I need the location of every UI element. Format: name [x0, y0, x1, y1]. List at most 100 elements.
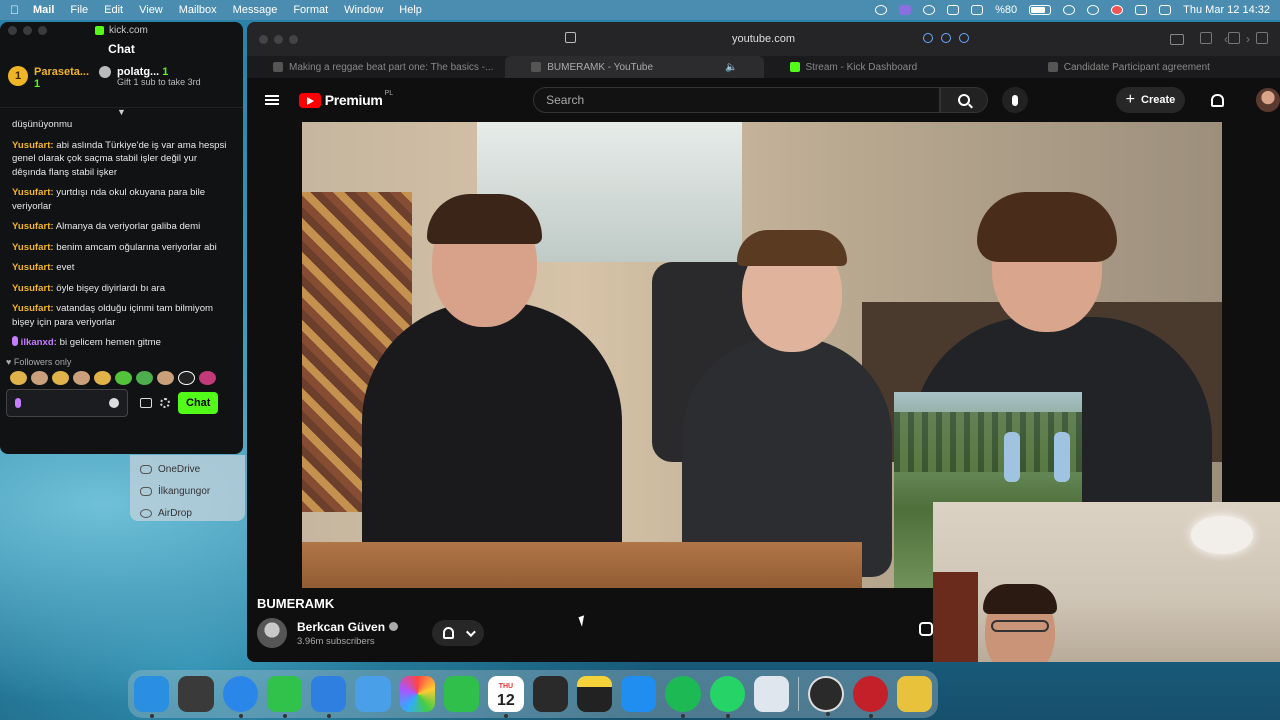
tab-reggae-beat[interactable]: Making a reggae beat part one: The basic…: [247, 56, 505, 78]
menu-format[interactable]: Format: [293, 4, 328, 16]
settings-gear-icon[interactable]: [160, 397, 170, 408]
emote-icon[interactable]: [10, 370, 27, 385]
channel-avatar[interactable]: [257, 618, 287, 648]
finder-item-onedrive[interactable]: OneDrive: [140, 458, 235, 480]
emote-icon[interactable]: [199, 370, 216, 385]
notifications-bell-icon[interactable]: [1211, 93, 1225, 107]
message-user[interactable]: Yusufart:: [12, 187, 54, 198]
dock-finder-icon[interactable]: [134, 676, 170, 718]
dock-mail-icon[interactable]: [311, 676, 347, 718]
search-button[interactable]: [940, 87, 988, 113]
zoom-window-button[interactable]: [289, 34, 298, 44]
dock-reminders-icon[interactable]: [532, 676, 568, 712]
dock-vpn-icon[interactable]: [852, 676, 888, 718]
emote-icon[interactable]: [157, 370, 174, 385]
dock-app-store-beta-icon[interactable]: [355, 676, 391, 712]
message-user[interactable]: Yusufart:: [12, 221, 54, 232]
emote-icon[interactable]: [178, 370, 195, 385]
hamburger-menu-icon[interactable]: [265, 95, 279, 105]
audio-playing-icon[interactable]: [923, 33, 933, 43]
translate-icon[interactable]: [941, 33, 951, 43]
chat-send-button[interactable]: Chat: [178, 391, 219, 414]
search-input[interactable]: Search: [533, 87, 941, 113]
emote-icon[interactable]: [31, 370, 48, 385]
dock-facetime-icon[interactable]: [443, 676, 480, 712]
menu-mailbox[interactable]: Mailbox: [179, 4, 217, 16]
emoji-icon[interactable]: [109, 397, 119, 408]
emote-icon[interactable]: [136, 370, 153, 385]
voice-search-button[interactable]: [1001, 87, 1028, 113]
tab-candidate-agreement[interactable]: Candidate Participant agreement: [1022, 56, 1280, 78]
new-tab-icon[interactable]: [1228, 32, 1240, 44]
wifi-icon[interactable]: [1063, 5, 1076, 15]
minimize-window-button[interactable]: [23, 25, 32, 35]
dock-photos-icon[interactable]: [399, 676, 435, 712]
dock-spotify-icon[interactable]: [665, 676, 701, 718]
battery-icon[interactable]: [1029, 5, 1052, 15]
tab-overview-icon[interactable]: [1256, 32, 1268, 44]
finder-item-airdrop[interactable]: AirDrop: [140, 502, 235, 524]
play-icon[interactable]: [923, 5, 936, 15]
menu-help[interactable]: Help: [399, 4, 422, 16]
control-center-icon[interactable]: [1135, 5, 1148, 15]
dock-launchpad-icon[interactable]: [178, 676, 214, 712]
menu-message[interactable]: Message: [233, 4, 278, 16]
screen-recording-icon[interactable]: [899, 5, 912, 15]
emote-icon[interactable]: [94, 370, 111, 385]
dock-xcode-icon[interactable]: [621, 676, 657, 712]
spotlight-search-icon[interactable]: [1087, 5, 1100, 15]
tab-audio-icon[interactable]: 🔈: [725, 62, 737, 73]
finder-item-home[interactable]: İlkangungor: [140, 480, 235, 502]
message-user[interactable]: Yusufart:: [12, 303, 54, 314]
status-menu-icon[interactable]: [875, 5, 888, 15]
youtube-logo-icon[interactable]: [298, 92, 321, 108]
emote-icon[interactable]: [115, 370, 132, 385]
siri-icon[interactable]: [1159, 5, 1172, 15]
zoom-window-button[interactable]: [38, 25, 47, 35]
menu-window[interactable]: Window: [344, 4, 383, 16]
subscription-bell-button[interactable]: [432, 620, 485, 646]
menu-file[interactable]: File: [70, 4, 88, 16]
dock-calendar-icon[interactable]: THU 12: [488, 676, 524, 718]
message-user[interactable]: ilkanxd:: [21, 337, 57, 348]
menu-app-name[interactable]: Mail: [33, 4, 54, 16]
tab-kick-dashboard[interactable]: Stream - Kick Dashboard: [764, 56, 1022, 78]
display-icon[interactable]: [971, 5, 984, 15]
emote-icon[interactable]: [52, 370, 69, 385]
dock-misc-icon[interactable]: [896, 676, 933, 712]
menu-clock[interactable]: Thu Mar 12 14:32: [1183, 4, 1270, 16]
emote-icon[interactable]: [73, 370, 90, 385]
channel-name-link[interactable]: Berkcan Güven: [297, 620, 399, 634]
tab-youtube-active[interactable]: BUMERAMK - YouTube 🔈: [505, 56, 764, 78]
gift-icon[interactable]: [140, 397, 152, 408]
stage-manager-icon[interactable]: [947, 5, 960, 15]
share-icon[interactable]: [1200, 32, 1212, 44]
leader-2[interactable]: polatg... 1 Gift 1 sub to take 3rd: [99, 66, 201, 87]
dock-obs-icon[interactable]: [808, 676, 844, 716]
menu-view[interactable]: View: [139, 4, 163, 16]
message-user[interactable]: Yusufart:: [12, 140, 54, 151]
create-button[interactable]: + Create: [1115, 87, 1186, 113]
youtube-brand[interactable]: Premium: [325, 92, 383, 108]
dock-notes-icon[interactable]: [576, 676, 613, 712]
dock-preview-icon[interactable]: [753, 676, 790, 712]
apple-icon[interactable]: : [10, 3, 19, 17]
close-window-button[interactable]: [8, 25, 17, 35]
message-user[interactable]: Yusufart:: [12, 283, 54, 294]
dock-whatsapp-icon[interactable]: [709, 676, 745, 718]
pinned-collapse-icon[interactable]: ▼: [0, 108, 243, 118]
leader-1[interactable]: 1 Paraseta... 1: [8, 66, 89, 90]
minimize-window-button[interactable]: [274, 34, 283, 44]
message-user[interactable]: Yusufart:: [12, 242, 54, 253]
account-avatar[interactable]: [1256, 88, 1280, 112]
dock-messages-icon[interactable]: [266, 676, 303, 718]
user-switch-icon[interactable]: [1111, 5, 1124, 15]
share-icon[interactable]: [919, 622, 933, 636]
chat-input[interactable]: [6, 388, 128, 417]
reload-icon[interactable]: [959, 33, 969, 43]
close-window-button[interactable]: [259, 34, 268, 44]
sidebar-toggle-icon[interactable]: [1170, 33, 1184, 45]
message-user[interactable]: Yusufart:: [12, 262, 54, 273]
page-menu-icon[interactable]: [565, 32, 576, 43]
menu-edit[interactable]: Edit: [104, 4, 123, 16]
